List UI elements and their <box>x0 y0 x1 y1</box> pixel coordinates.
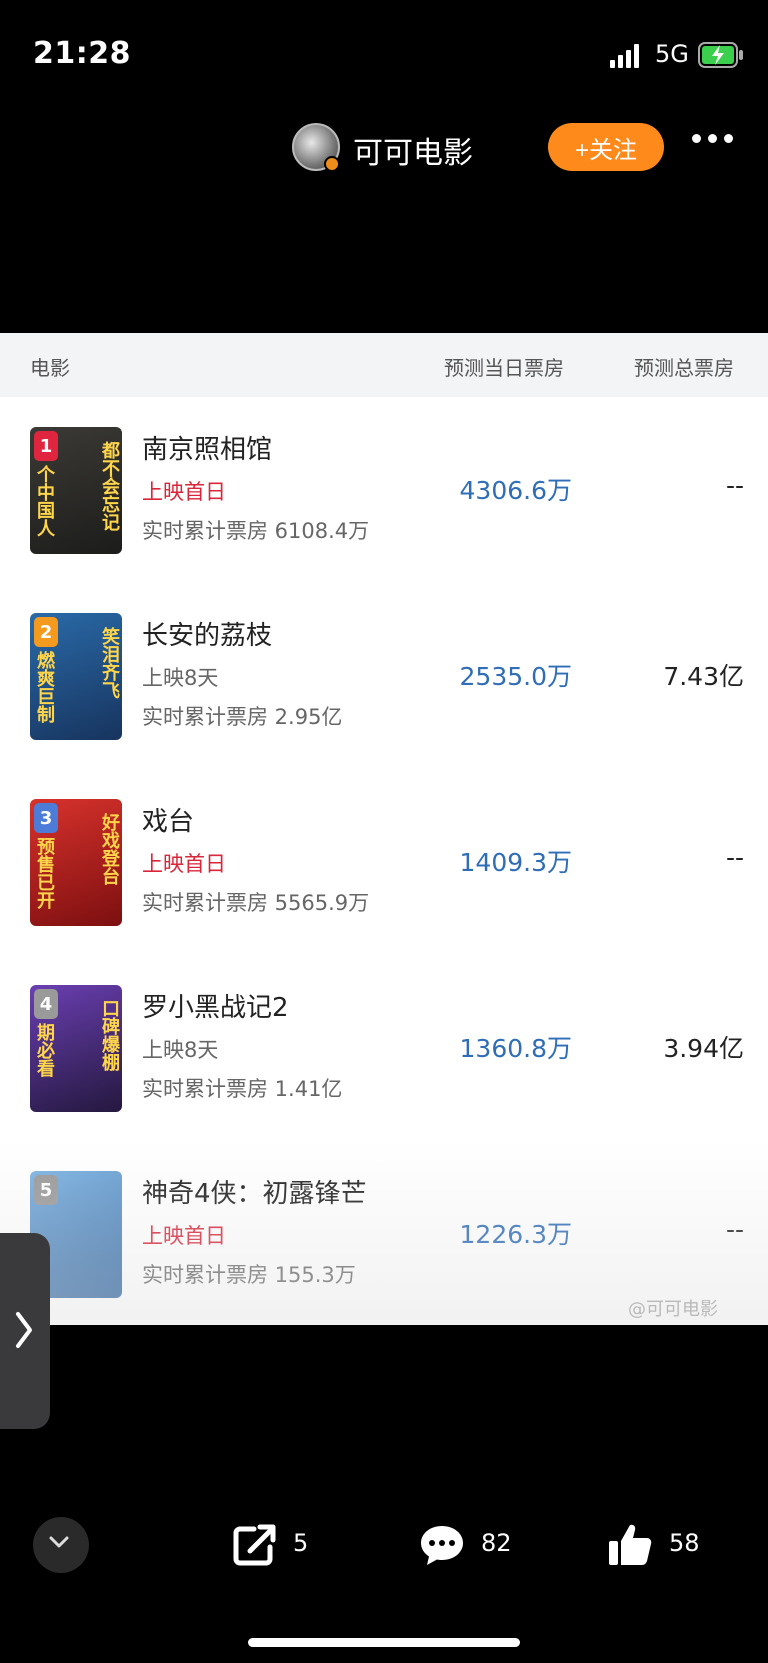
cumulative-box-office: 实时累计票房 5565.9万 <box>142 891 370 915</box>
table-row[interactable]: 1 个中国人 都不会忘记 南京照相馆上映首日实时累计票房 6108.4万 4306.6万… <box>0 397 768 583</box>
movie-title[interactable]: 戏台 <box>142 801 194 838</box>
movie-title[interactable]: 长安的荔枝 <box>142 615 272 652</box>
day-forecast-value: 2535.0万 <box>459 662 572 691</box>
table-row[interactable]: 2 燃爽巨制 笑泪齐飞 长安的荔枝上映8天实时累计票房 2.95亿 2535.0万 7.4… <box>0 583 768 769</box>
rank-badge: 4 <box>34 989 58 1019</box>
share-icon[interactable] <box>230 1521 278 1569</box>
table-row[interactable]: 4 期必看 口碑爆棚 罗小黑战记2 上映8天实时累计票房 1.41亿 1360.8万 3.9… <box>0 955 768 1141</box>
day-forecast-value: 4306.6万 <box>459 476 572 505</box>
movie-title[interactable]: 神奇4侠：初露锋芒 <box>142 1173 367 1210</box>
release-status: 上映首日 <box>142 480 226 504</box>
release-status: 上映8天 <box>142 666 219 690</box>
verified-badge-icon <box>324 156 340 172</box>
release-status: 上映8天 <box>142 1038 219 1062</box>
more-options-icon[interactable] <box>692 134 733 143</box>
signal-icon <box>610 44 639 68</box>
cumulative-box-office: 实时累计票房 1.41亿 <box>142 1077 343 1101</box>
comment-count: 82 <box>481 1529 512 1557</box>
poster-tagline-left: 期必看 <box>34 1023 55 1077</box>
comment-icon[interactable] <box>418 1521 466 1569</box>
total-forecast-value: 7.43亿 <box>663 662 744 691</box>
home-indicator <box>248 1638 520 1647</box>
total-forecast-value: 3.94亿 <box>663 1034 744 1063</box>
chevron-right-icon <box>16 1312 32 1348</box>
like-count: 58 <box>669 1529 700 1557</box>
header-day-forecast: 预测当日票房 <box>444 356 564 380</box>
poster-tagline-right: 口碑爆棚 <box>99 999 120 1071</box>
poster-tagline-right: 好戏登台 <box>99 813 120 885</box>
follow-button[interactable]: +关注 <box>548 123 664 171</box>
poster-tagline-left: 预售已开 <box>34 837 55 909</box>
total-forecast-value: -- <box>725 1215 744 1244</box>
like-icon[interactable] <box>606 1521 654 1569</box>
total-forecast-value: -- <box>725 843 744 872</box>
rank-badge: 3 <box>34 803 58 833</box>
battery-charging-icon <box>698 42 743 68</box>
watermark: @可可电影 <box>628 1299 718 1320</box>
rank-badge: 1 <box>34 431 58 461</box>
day-forecast-value: 1226.3万 <box>459 1220 572 1249</box>
share-count: 5 <box>293 1529 309 1557</box>
movie-title[interactable]: 罗小黑战记2 <box>142 987 289 1024</box>
release-status: 上映首日 <box>142 1224 226 1248</box>
movie-poster[interactable]: 1 个中国人 都不会忘记 <box>30 427 122 554</box>
day-forecast-value: 1360.8万 <box>459 1034 572 1063</box>
poster-tagline-left: 燃爽巨制 <box>34 651 55 723</box>
header-total-forecast: 预测总票房 <box>634 356 734 380</box>
cumulative-box-office: 实时累计票房 155.3万 <box>142 1263 356 1287</box>
rank-badge: 2 <box>34 617 58 647</box>
poster-tagline-left: 个中国人 <box>34 465 55 537</box>
release-status: 上映首日 <box>142 852 226 876</box>
cumulative-box-office: 实时累计票房 6108.4万 <box>142 519 370 543</box>
movie-poster[interactable]: 4 期必看 口碑爆棚 <box>30 985 122 1112</box>
movie-title[interactable]: 南京照相馆 <box>142 429 272 466</box>
header-movie: 电影 <box>30 356 70 380</box>
day-forecast-value: 1409.3万 <box>459 848 572 877</box>
poster-tagline-right: 都不会忘记 <box>99 441 120 531</box>
cumulative-box-office: 实时累计票房 2.95亿 <box>142 705 343 729</box>
movie-poster[interactable]: 2 燃爽巨制 笑泪齐飞 <box>30 613 122 740</box>
network-label: 5G <box>655 40 689 68</box>
account-name[interactable]: 可可电影 <box>353 128 473 172</box>
poster-tagline-right: 笑泪齐飞 <box>99 627 120 699</box>
status-time: 21:28 <box>33 36 131 71</box>
total-forecast-value: -- <box>725 471 744 500</box>
rank-badge: 5 <box>34 1175 58 1205</box>
chevron-down-icon <box>49 1536 69 1548</box>
movie-poster[interactable]: 3 预售已开 好戏登台 <box>30 799 122 926</box>
table-row[interactable]: 3 预售已开 好戏登台 戏台上映首日实时累计票房 5565.9万 1409.3万 -- <box>0 769 768 955</box>
